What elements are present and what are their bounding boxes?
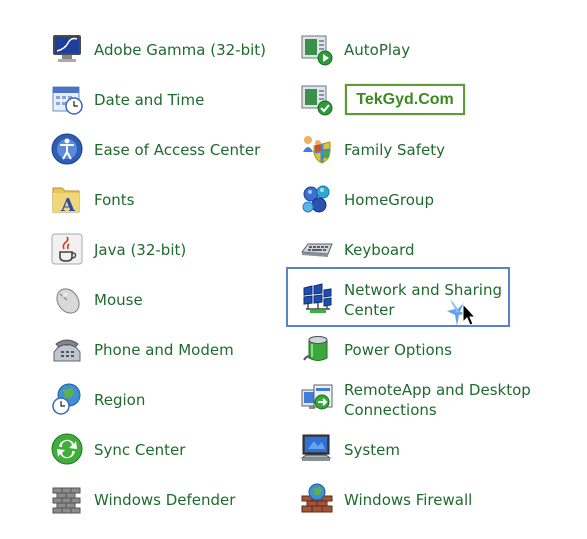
label-line-2: Connections <box>344 401 437 419</box>
default-programs-icon <box>300 82 334 116</box>
cp-item-label: AutoPlay <box>344 41 411 59</box>
cp-item-windows-firewall[interactable]: Windows Firewall <box>300 482 530 528</box>
cp-item-label: Fonts <box>94 191 135 209</box>
cp-item-sync-center[interactable]: Sync Center <box>50 432 270 478</box>
homegroup-icon <box>300 182 334 216</box>
cp-item-windows-defender[interactable]: Windows Defender <box>50 482 270 528</box>
mouse-icon <box>50 282 84 316</box>
cp-item-family-safety[interactable]: Family Safety <box>300 132 530 178</box>
label-line-1: Network and Sharing <box>344 281 502 299</box>
cp-item-mouse[interactable]: Mouse <box>50 282 270 328</box>
label-line-2: Center <box>344 301 395 319</box>
cp-item-label: Region <box>94 391 146 409</box>
cp-item-region[interactable]: Region <box>50 382 270 428</box>
sync-icon <box>50 432 84 466</box>
cp-item-label: RemoteApp and Desktop Connections <box>344 380 531 420</box>
cp-item-label: Phone and Modem <box>94 341 234 359</box>
ease-of-access-icon <box>50 132 84 166</box>
cp-item-label: Keyboard <box>344 241 415 259</box>
cp-item-label: Windows Defender <box>94 491 236 509</box>
fonts-folder-icon: A <box>50 182 84 216</box>
keyboard-icon <box>300 232 334 266</box>
cp-item-homegroup[interactable]: HomeGroup <box>300 182 530 228</box>
calendar-clock-icon <box>50 82 84 116</box>
cp-item-adobe-gamma[interactable]: Adobe Gamma (32-bit) <box>50 32 270 78</box>
cp-item-label: Family Safety <box>344 141 446 159</box>
remoteapp-icon <box>300 382 334 416</box>
defender-wall-icon <box>50 482 84 516</box>
cp-item-label: Java (32-bit) <box>94 241 187 259</box>
autoplay-icon <box>300 32 334 66</box>
family-safety-icon <box>300 132 334 166</box>
firewall-icon <box>300 482 334 516</box>
cp-item-date-and-time[interactable]: Date and Time <box>50 82 270 128</box>
cp-item-fonts[interactable]: A Fonts <box>50 182 270 228</box>
cp-item-system[interactable]: System <box>300 432 530 478</box>
cp-item-power-options[interactable]: Power Options <box>300 332 530 378</box>
network-icon <box>300 282 334 316</box>
phone-icon <box>50 332 84 366</box>
cp-item-label: System <box>344 441 400 459</box>
cp-item-remoteapp[interactable]: RemoteApp and Desktop Connections <box>300 380 531 428</box>
cp-item-label: Adobe Gamma (32-bit) <box>94 41 266 59</box>
cp-item-label: Windows Firewall <box>344 491 473 509</box>
cp-item-ease-of-access[interactable]: Ease of Access Center <box>50 132 270 178</box>
mouse-cursor-icon <box>447 299 477 326</box>
label-line-1: RemoteApp and Desktop <box>344 381 531 399</box>
watermark-badge: TekGyd.Com <box>345 84 465 115</box>
cp-item-phone-and-modem[interactable]: Phone and Modem <box>50 332 270 378</box>
cp-item-label: Power Options <box>344 341 452 359</box>
cp-item-label: Date and Time <box>94 91 205 109</box>
globe-clock-icon <box>50 382 84 416</box>
cp-item-label: Sync Center <box>94 441 186 459</box>
cp-item-label: Mouse <box>94 291 143 309</box>
battery-icon <box>300 332 334 366</box>
svg-text:A: A <box>60 195 76 216</box>
monitor-gamma-icon <box>50 32 84 66</box>
cp-item-label: HomeGroup <box>344 191 434 209</box>
cp-item-autoplay[interactable]: AutoPlay <box>300 32 530 78</box>
java-icon <box>50 232 84 266</box>
system-computer-icon <box>300 432 334 466</box>
cp-item-label: Ease of Access Center <box>94 141 261 159</box>
cp-item-java[interactable]: Java (32-bit) <box>50 232 270 278</box>
